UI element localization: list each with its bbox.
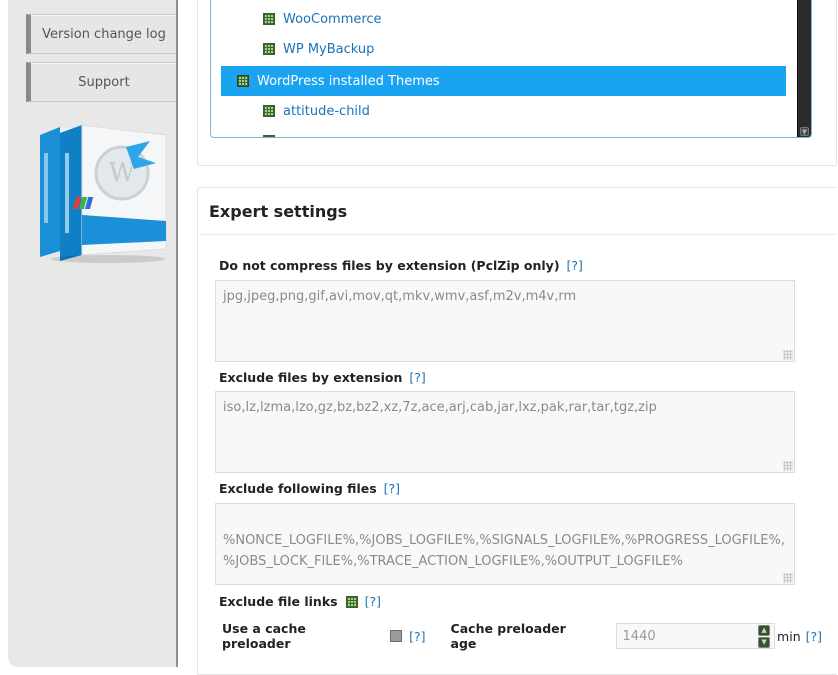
spin-down-icon[interactable]: ▼ — [758, 637, 771, 648]
tree-item-label: WordPress installed Themes — [257, 73, 440, 89]
spin-up-icon[interactable]: ▲ — [758, 625, 771, 636]
no-compress-help-link[interactable]: [?] — [567, 258, 583, 273]
cache-age-unit: min — [777, 628, 801, 644]
exclude-ext-label-text: Exclude files by extension — [219, 370, 403, 385]
tree-scrollbar[interactable]: ▼ — [797, 0, 811, 137]
cache-age-help-link[interactable]: [?] — [806, 629, 822, 644]
tree-item-wordpress-themes[interactable]: WordPress installed Themes — [221, 66, 786, 96]
svg-text:W: W — [109, 158, 136, 188]
tree-item-label: attitude-child — [283, 103, 370, 119]
cache-age-spinner[interactable]: ▲ ▼ — [758, 625, 771, 648]
tree-item-partial[interactable] — [263, 126, 563, 137]
product-box-image: W — [38, 123, 168, 263]
exclude-links-checkbox[interactable] — [345, 595, 358, 608]
exclude-links-help-link[interactable]: [?] — [365, 594, 381, 609]
file-tree[interactable]: WooCommerce WP MyBackup WordPress instal… — [210, 0, 812, 138]
cache-age-label: Cache preloader age — [450, 621, 566, 651]
cache-preloader-checkbox[interactable] — [390, 630, 403, 642]
resize-grip-icon[interactable] — [783, 461, 793, 471]
exclude-files-label-text: Exclude following files — [219, 481, 377, 496]
support-button[interactable]: Support — [26, 62, 178, 102]
no-compress-label-text: Do not compress files by extension (PclZ… — [219, 258, 560, 273]
tree-checkbox-icon[interactable] — [263, 43, 275, 55]
exclude-ext-help-link[interactable]: [?] — [409, 370, 425, 385]
exclude-files-value: %NONCE_LOGFILE%,%JOBS_LOGFILE%,%SIGNALS_… — [223, 533, 785, 569]
tree-item-attitude-child[interactable]: attitude-child — [263, 96, 563, 126]
expert-settings-panel: Expert settings Do not compress files by… — [197, 187, 837, 675]
tree-checkbox-icon[interactable] — [263, 13, 275, 25]
tree-item-label: WP MyBackup — [283, 41, 375, 57]
main-content: WooCommerce WP MyBackup WordPress instal… — [178, 0, 838, 675]
tree-item-label: WooCommerce — [283, 11, 382, 27]
support-label: Support — [78, 74, 130, 90]
exclude-ext-label: Exclude files by extension [?] — [219, 370, 426, 385]
file-tree-panel: WooCommerce WP MyBackup WordPress instal… — [197, 0, 837, 166]
cache-preloader-help-link[interactable]: [?] — [409, 629, 425, 644]
exclude-files-textarea[interactable]: %NONCE_LOGFILE%,%JOBS_LOGFILE%,%SIGNALS_… — [215, 503, 795, 585]
resize-grip-icon[interactable] — [783, 350, 793, 360]
exclude-files-help-link[interactable]: [?] — [384, 481, 400, 496]
expert-settings-title: Expert settings — [198, 188, 837, 235]
exclude-links-label: Exclude file links — [219, 594, 338, 609]
version-change-log-button[interactable]: Version change log — [26, 14, 178, 54]
tree-checkbox-icon[interactable] — [263, 105, 275, 117]
tree-item-wp-mybackup[interactable]: WP MyBackup — [263, 34, 563, 64]
exclude-files-label: Exclude following files [?] — [219, 481, 400, 496]
no-compress-label: Do not compress files by extension (PclZ… — [219, 258, 583, 273]
resize-grip-icon[interactable] — [783, 573, 793, 583]
no-compress-value: jpg,jpeg,png,gif,avi,mov,qt,mkv,wmv,asf,… — [223, 289, 577, 304]
tree-checkbox-icon[interactable] — [263, 135, 275, 137]
version-change-log-label: Version change log — [42, 26, 166, 42]
cache-preloader-label: Use a cache preloader — [222, 621, 306, 651]
left-sidebar: Version change log Support W — [8, 0, 178, 667]
cache-age-value: 1440 — [622, 628, 656, 644]
cache-preloader-row: Use a cache preloader [?] Cache preloade… — [222, 621, 822, 651]
exclude-ext-value: iso,lz,lzma,lzo,gz,bz,bz2,xz,7z,ace,arj,… — [223, 400, 657, 415]
tree-checkbox-icon[interactable] — [237, 75, 249, 87]
exclude-ext-textarea[interactable]: iso,lz,lzma,lzo,gz,bz,bz2,xz,7z,ace,arj,… — [215, 391, 795, 473]
scroll-down-arrow-icon[interactable]: ▼ — [800, 127, 809, 136]
tree-item-woocommerce[interactable]: WooCommerce — [263, 4, 563, 34]
exclude-links-row: Exclude file links [?] — [219, 594, 381, 609]
no-compress-textarea[interactable]: jpg,jpeg,png,gif,avi,mov,qt,mkv,wmv,asf,… — [215, 280, 795, 362]
cache-age-input[interactable]: 1440 ▲ ▼ — [615, 623, 776, 649]
